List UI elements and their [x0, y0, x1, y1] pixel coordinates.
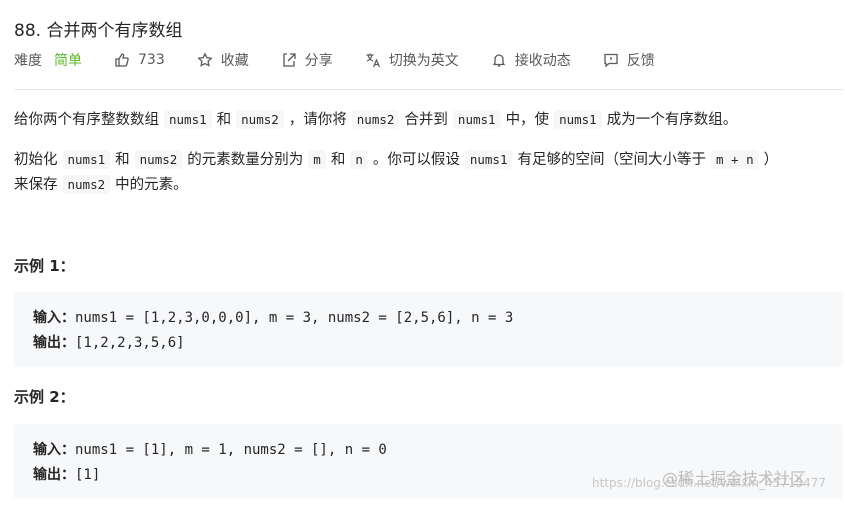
feedback-icon [604, 53, 618, 68]
translate-icon [366, 53, 380, 68]
inline-code: nums1 [452, 110, 501, 129]
difficulty-label: 难度 [14, 53, 42, 69]
feedback-label: 反馈 [626, 53, 655, 69]
description-paragraph-1: 给你两个有序整数数组 nums1 和 nums2 ，请你将 nums2 合并到 nums1 中，… [14, 110, 738, 129]
inline-code: m + n [710, 150, 759, 169]
description-paragraph-2: 初始化 nums1 和 nums2 的元素数量分别为 m 和 n 。你可以假设 nums1 有足够的… [14, 150, 779, 169]
example-1-title: 示例 1： [14, 257, 75, 275]
inline-code: nums2 [236, 110, 284, 129]
inline-code: nums1 [164, 110, 212, 129]
favorite-label: 收藏 [220, 53, 249, 69]
example-2-title: 示例 2： [14, 388, 75, 406]
bell-icon [492, 54, 505, 67]
problem-meta-bar: 难度 简单 733 收藏 分享 切换为英文 接收动态 反馈 [14, 50, 655, 70]
like-count: 733 [138, 52, 165, 68]
switch-language-button[interactable]: 切换为英文 [365, 50, 459, 70]
thumbs-up-icon [115, 53, 129, 67]
inline-code: m [308, 150, 326, 169]
notify-button[interactable]: 接收动态 [491, 50, 571, 70]
inline-code: nums1 [554, 110, 602, 129]
share-label: 分享 [304, 53, 333, 69]
example-output: [1] [75, 467, 101, 483]
star-icon [197, 52, 213, 67]
share-button[interactable]: 分享 [281, 50, 333, 70]
header-divider [14, 89, 844, 90]
output-label: 输出： [33, 467, 75, 483]
like-button[interactable]: 733 [114, 52, 165, 68]
input-label: 输入： [33, 442, 75, 458]
inline-code: nums2 [351, 110, 400, 129]
inline-code: nums1 [464, 150, 513, 169]
example-input: nums1 = [1,2,3,0,0,0], m = 3, nums2 = [2… [75, 310, 514, 326]
inline-code: n [350, 150, 368, 169]
description-paragraph-3: 来保存 nums2 中的元素。 [14, 175, 188, 194]
notify-label: 接收动态 [514, 53, 571, 69]
difficulty-badge: 简单 [54, 53, 82, 69]
favorite-button[interactable]: 收藏 [197, 50, 249, 70]
inline-code: nums2 [134, 150, 183, 169]
feedback-button[interactable]: 反馈 [603, 50, 655, 70]
switch-language-label: 切换为英文 [388, 53, 459, 69]
problem-title: 88. 合并两个有序数组 [14, 21, 183, 41]
inline-code: nums1 [62, 150, 111, 169]
output-label: 输出： [33, 335, 75, 351]
example-1-block: 输入：nums1 = [1,2,3,0,0,0], m = 3, nums2 =… [14, 292, 843, 367]
example-input: nums1 = [1], m = 1, nums2 = [], n = 0 [75, 442, 387, 458]
share-icon [283, 53, 296, 67]
input-label: 输入： [33, 310, 75, 326]
watermark-badge: @稀土掘金技术社区 [662, 469, 807, 488]
inline-code: nums2 [62, 175, 111, 194]
example-output: [1,2,2,3,5,6] [75, 335, 185, 351]
